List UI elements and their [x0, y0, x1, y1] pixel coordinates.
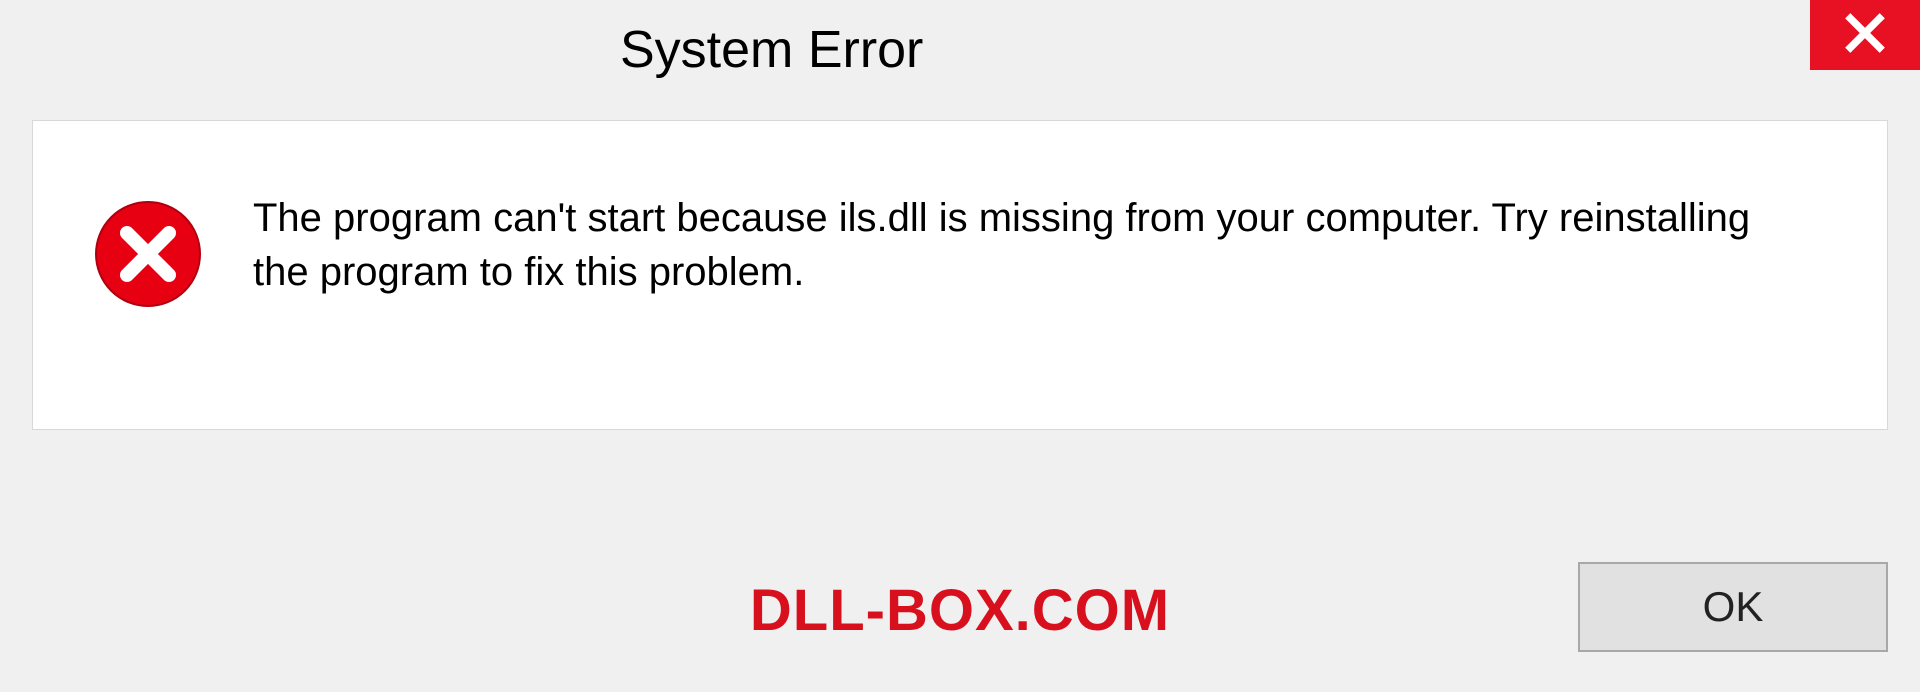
close-icon [1843, 11, 1887, 60]
error-icon [93, 199, 203, 314]
button-row: OK [0, 562, 1920, 692]
title-bar: System Error [0, 0, 1920, 100]
error-message: The program can't start because ils.dll … [253, 191, 1753, 299]
close-button[interactable] [1810, 0, 1920, 70]
dialog-title: System Error [620, 20, 923, 80]
message-panel: The program can't start because ils.dll … [32, 120, 1888, 430]
ok-button[interactable]: OK [1578, 562, 1888, 652]
